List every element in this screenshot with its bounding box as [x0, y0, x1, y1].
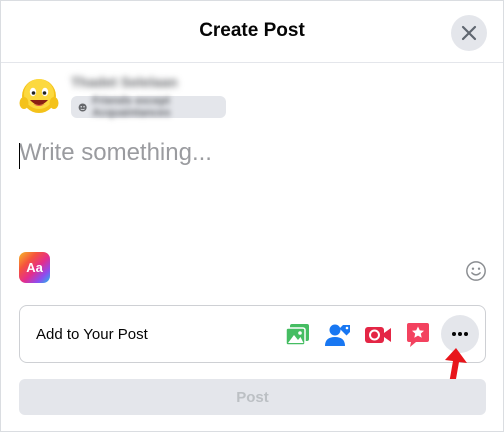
feeling-activity-icon — [407, 323, 429, 347]
photo-video-button[interactable] — [280, 319, 316, 351]
user-name: Thadet Selelaan — [71, 74, 178, 90]
tag-people-icon — [325, 324, 350, 346]
avatar — [19, 79, 59, 113]
feeling-activity-button[interactable] — [400, 319, 436, 351]
text-format-label: Aa — [26, 260, 43, 275]
audience-label: Friends except Acquaintances — [92, 95, 171, 119]
create-post-dialog: Create Post Thadet Selelaan Friends exce… — [0, 0, 504, 432]
add-to-post-label: Add to Your Post — [36, 326, 148, 343]
add-to-post-bar: Add to Your Post — [19, 305, 486, 363]
smiley-icon[interactable] — [465, 260, 487, 282]
more-options-icon — [452, 332, 468, 336]
post-button[interactable]: Post — [19, 379, 486, 415]
live-video-button[interactable] — [360, 319, 396, 351]
text-cursor — [19, 143, 20, 169]
close-icon — [461, 25, 477, 41]
post-text-input[interactable] — [19, 139, 485, 239]
live-video-icon — [365, 327, 391, 343]
text-format-button[interactable]: Aa — [19, 252, 50, 283]
close-button[interactable] — [451, 15, 487, 51]
tag-people-button[interactable] — [320, 319, 356, 351]
photo-video-icon — [285, 324, 309, 346]
dialog-header: Create Post — [1, 1, 503, 63]
globe-icon — [78, 102, 87, 112]
audience-selector[interactable]: Friends except Acquaintances — [71, 95, 226, 119]
dialog-title: Create Post — [199, 20, 305, 41]
